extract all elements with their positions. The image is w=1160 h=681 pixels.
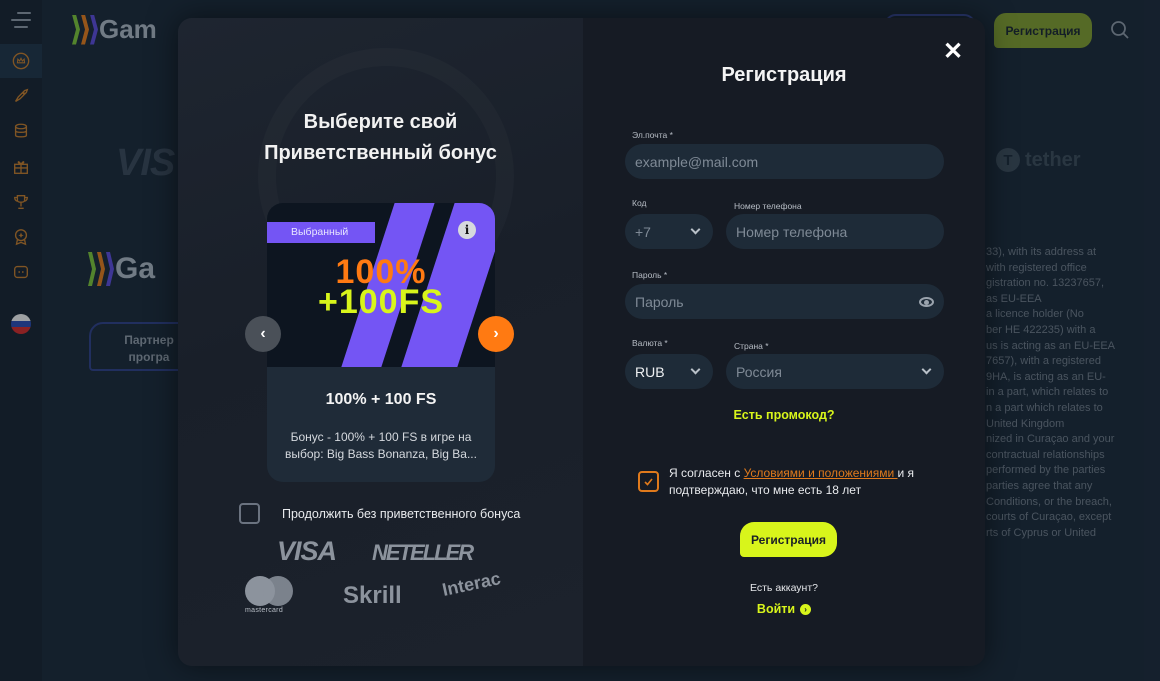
bonus-card-image: Выбранный i 100% +100FS bbox=[267, 203, 495, 367]
bonus-title: Выберите свой Приветственный бонус bbox=[264, 111, 497, 164]
mastercard-logo: mastercard bbox=[245, 576, 295, 616]
email-field[interactable]: example@mail.com bbox=[625, 144, 944, 179]
selected-tag: Выбранный bbox=[267, 222, 375, 243]
chevron-left-icon: ‹ bbox=[260, 325, 266, 342]
currency-select[interactable]: RUB bbox=[625, 354, 713, 389]
arrow-right-icon: › bbox=[800, 603, 812, 615]
visa-logo: VISA bbox=[277, 536, 337, 566]
info-icon[interactable]: i bbox=[458, 221, 476, 239]
country-label: Страна * bbox=[734, 341, 769, 351]
terms-checkbox[interactable] bbox=[638, 471, 659, 492]
email-label: Эл.почта * bbox=[632, 130, 673, 140]
interac-logo: Interac bbox=[440, 568, 503, 600]
chevron-right-icon: › bbox=[493, 325, 499, 342]
no-bonus-option[interactable]: Продолжить без приветственного бонуса bbox=[239, 503, 520, 524]
bonus-card[interactable]: Выбранный i 100% +100FS 100% + 100 FS Бо… bbox=[267, 203, 495, 482]
password-field[interactable]: Пароль bbox=[625, 284, 944, 319]
phone-label: Номер телефона bbox=[734, 201, 802, 211]
have-account-text: Есть аккаунт? bbox=[749, 582, 818, 594]
close-icon[interactable]: ✕ bbox=[943, 40, 963, 64]
country-select[interactable]: Россия bbox=[726, 354, 944, 389]
register-submit-button[interactable]: Регистрация bbox=[740, 522, 837, 557]
no-bonus-label: Продолжить без приветственного бонуса bbox=[282, 506, 521, 521]
chevron-down-icon bbox=[921, 364, 932, 375]
bonus-panel: Выберите свой Приветственный бонус Выбра… bbox=[178, 18, 583, 666]
registration-form: ✕ Регистрация Эл.почта * example@mail.co… bbox=[583, 18, 985, 666]
currency-label: Валюта * bbox=[632, 338, 668, 348]
promo-code-link[interactable]: Есть промокод? bbox=[583, 408, 985, 422]
registration-modal: Выберите свой Приветственный бонус Выбра… bbox=[178, 18, 985, 666]
phone-field[interactable]: Номер телефона bbox=[726, 214, 944, 249]
login-link[interactable]: Войти › bbox=[583, 602, 985, 616]
code-label: Код bbox=[632, 198, 647, 208]
neteller-logo: NETELLER bbox=[372, 540, 474, 565]
form-title: Регистрация bbox=[721, 64, 847, 86]
skrill-logo: Skrill bbox=[343, 582, 402, 609]
bonus-name: 100% + 100 FS bbox=[325, 391, 437, 408]
promo-freespins: +100FS bbox=[317, 283, 445, 321]
terms-agreement: Я согласен с Условиями и положениями и я… bbox=[638, 465, 929, 499]
password-label: Пароль * bbox=[632, 270, 668, 280]
terms-text: Я согласен с Условиями и положениями и я… bbox=[669, 466, 915, 497]
no-bonus-checkbox[interactable] bbox=[239, 503, 260, 524]
bonus-description: Бонус - 100% + 100 FS в игре на выбор: B… bbox=[285, 430, 477, 461]
terms-link[interactable]: Условиями и положениями bbox=[744, 466, 898, 480]
phone-code-select[interactable]: +7 bbox=[625, 214, 713, 249]
chevron-down-icon bbox=[690, 224, 701, 235]
chevron-down-icon bbox=[690, 364, 701, 375]
eye-icon[interactable] bbox=[919, 296, 934, 307]
